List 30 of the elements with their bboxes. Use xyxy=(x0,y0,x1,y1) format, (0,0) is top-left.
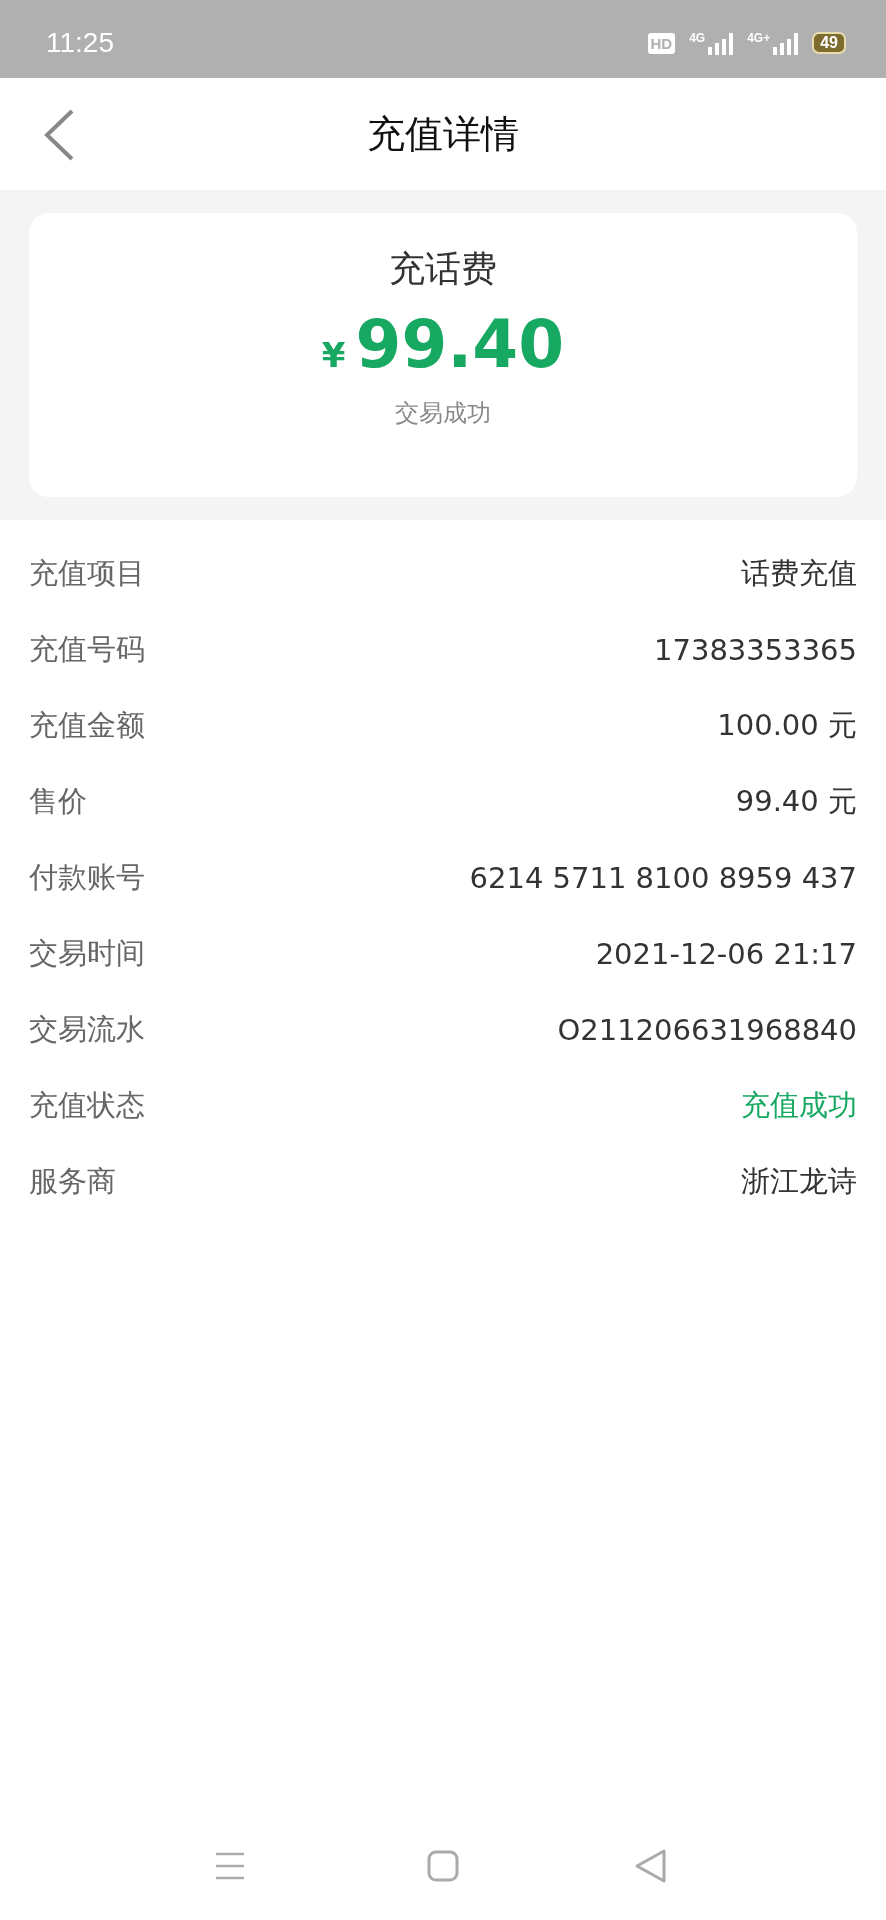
amount: 99.40 xyxy=(355,306,565,383)
detail-label: 售价 xyxy=(29,783,87,820)
detail-value: 充值成功 xyxy=(741,1087,857,1124)
battery-icon: 49 xyxy=(812,32,846,54)
detail-label: 充值状态 xyxy=(29,1087,145,1124)
detail-value: 17383353365 xyxy=(654,633,857,667)
back-icon[interactable] xyxy=(42,108,76,162)
detail-label: 付款账号 xyxy=(29,859,145,896)
detail-label: 交易流水 xyxy=(29,1011,145,1048)
status-time: 11:25 xyxy=(46,27,114,59)
summary-title: 充话费 xyxy=(389,247,497,291)
detail-value: 99.40 元 xyxy=(735,783,857,820)
page-title: 充值详情 xyxy=(367,110,519,158)
detail-value: 浙江龙诗 xyxy=(741,1163,857,1200)
detail-label: 充值项目 xyxy=(29,555,145,592)
detail-label: 充值号码 xyxy=(29,631,145,668)
transaction-status: 交易成功 xyxy=(395,398,491,429)
detail-label: 交易时间 xyxy=(29,935,145,972)
home-icon[interactable] xyxy=(427,1850,459,1882)
back-nav-icon[interactable] xyxy=(634,1848,668,1884)
detail-value: 100.00 元 xyxy=(717,707,857,744)
menu-icon[interactable] xyxy=(213,1850,247,1882)
detail-value: 2021-12-06 21:17 xyxy=(595,937,857,971)
detail-value: 话费充值 xyxy=(741,555,857,592)
detail-label: 充值金额 xyxy=(29,707,145,744)
hd-voice-badge: HD xyxy=(647,32,676,54)
detail-label: 服务商 xyxy=(29,1163,116,1200)
detail-value: O211206631968840 xyxy=(557,1013,857,1047)
currency-symbol: ¥ xyxy=(321,335,346,375)
detail-value: 6214 5711 8100 8959 437 xyxy=(469,861,857,895)
